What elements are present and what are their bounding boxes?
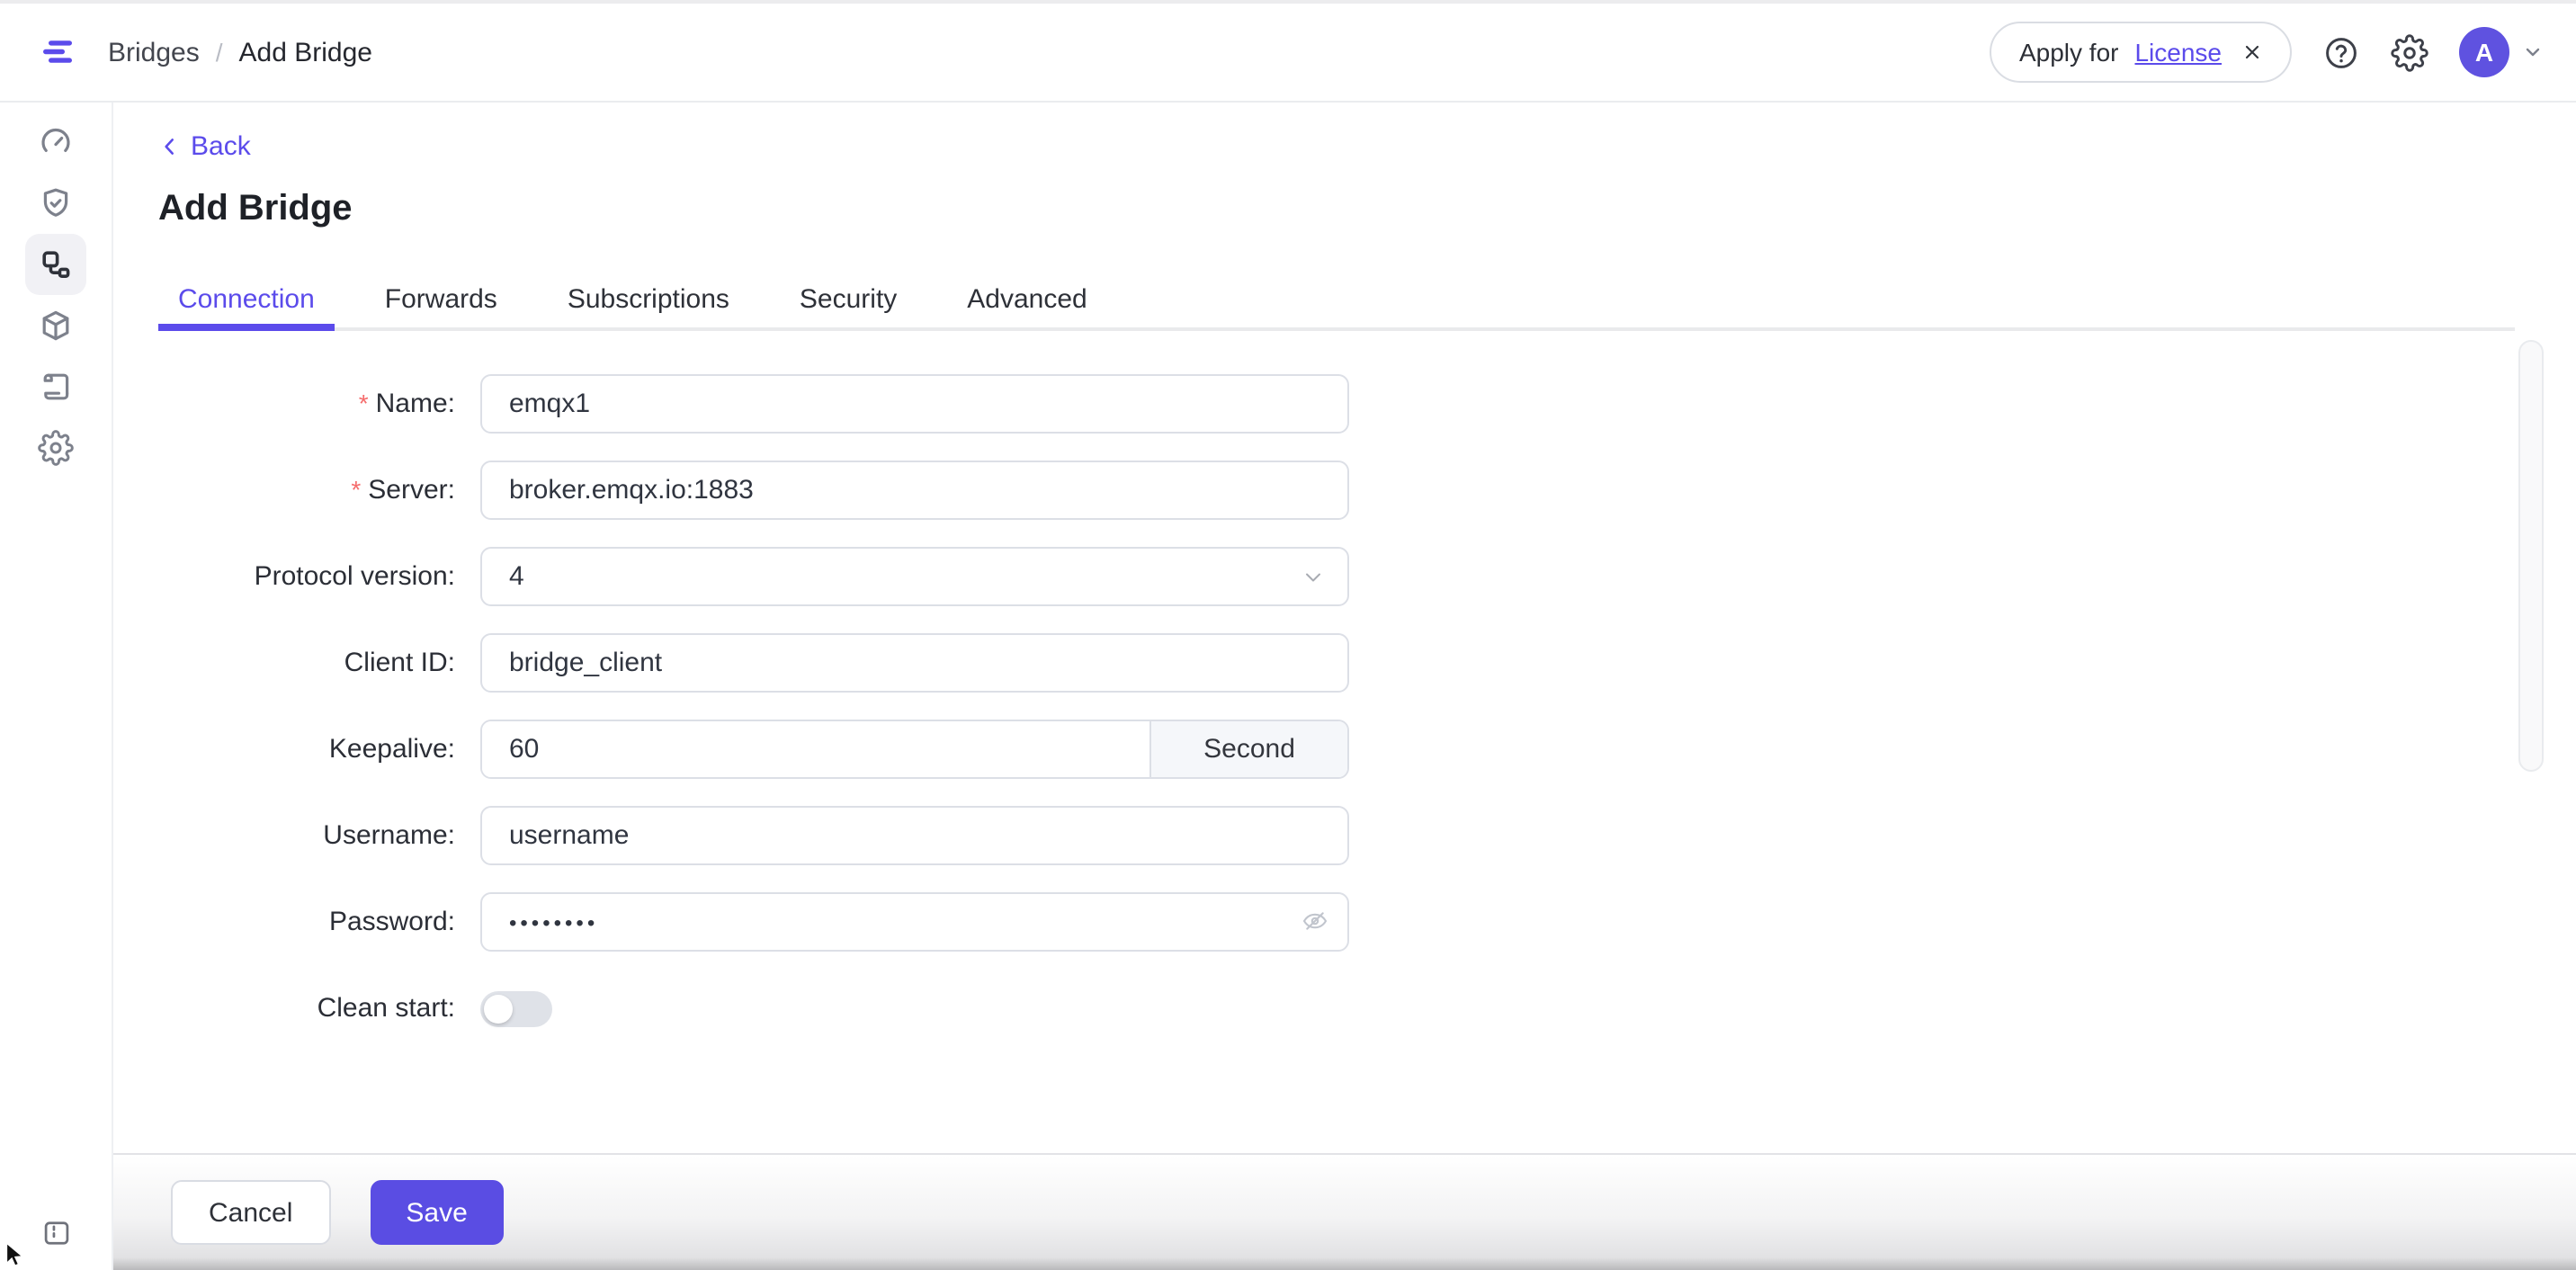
breadcrumb-separator: /: [216, 38, 223, 67]
name-input[interactable]: [480, 374, 1349, 434]
avatar[interactable]: A: [2459, 27, 2509, 77]
password-label: Password:: [158, 907, 455, 937]
toggle-knob: [484, 994, 513, 1023]
tab-security[interactable]: Security: [780, 270, 917, 327]
form-row-clean-start: Clean start:: [158, 979, 2576, 1038]
logs-scroll-icon: [38, 369, 74, 405]
license-close-icon[interactable]: [2241, 41, 2263, 63]
username-input[interactable]: [480, 806, 1349, 865]
form-row-username: Username:: [158, 806, 2576, 865]
tab-subscriptions[interactable]: Subscriptions: [548, 270, 749, 327]
form-row-client-id: Client ID:: [158, 633, 2576, 693]
save-button[interactable]: Save: [370, 1180, 503, 1245]
license-banner-text: Apply for: [2019, 38, 2119, 67]
mouse-cursor: [2, 1241, 31, 1270]
breadcrumb-bridges[interactable]: Bridges: [108, 37, 200, 67]
cancel-button[interactable]: Cancel: [171, 1180, 330, 1245]
menu-toggle-icon[interactable]: [38, 32, 77, 72]
app-root: Bridges / Add Bridge Apply for License: [0, 0, 2576, 1270]
form-row-password: Password:: [158, 892, 2576, 952]
dashboard-gauge-icon: [38, 124, 74, 160]
sidebar-item-modules[interactable]: [25, 295, 86, 356]
sidebar-item-settings[interactable]: [25, 417, 86, 478]
keepalive-label: Keepalive:: [158, 734, 455, 765]
help-icon[interactable]: [2322, 33, 2360, 71]
chevron-left-icon: [158, 135, 182, 158]
sidebar-item-logs[interactable]: [25, 356, 86, 417]
eye-off-icon[interactable]: [1301, 907, 1329, 935]
keepalive-input[interactable]: [482, 721, 1149, 777]
protocol-version-value: 4: [509, 561, 1301, 592]
sidebar-nav: [0, 103, 113, 1270]
clean-start-toggle[interactable]: [480, 990, 552, 1026]
settings-gear-icon: [38, 430, 74, 466]
keepalive-unit-addon: Second: [1149, 721, 1347, 777]
form-row-protocol-version: Protocol version: 4: [158, 547, 2576, 606]
connection-form: Name: Server: Protocol version: 4: [158, 374, 2576, 1038]
client-id-label: Client ID:: [158, 648, 455, 678]
chevron-down-icon: [1301, 564, 1326, 589]
password-input[interactable]: [480, 892, 1349, 952]
chevron-down-icon: [2522, 41, 2544, 63]
username-label: Username:: [158, 820, 455, 851]
client-id-input[interactable]: [480, 633, 1349, 693]
top-header: Bridges / Add Bridge Apply for License: [0, 0, 2576, 103]
breadcrumb-current: Add Bridge: [239, 37, 372, 67]
page-title: Add Bridge: [158, 189, 2576, 230]
protocol-version-select[interactable]: 4: [480, 547, 1349, 606]
name-label: Name:: [158, 389, 455, 419]
server-label: Server:: [158, 475, 455, 505]
scrollbar-thumb[interactable]: [2518, 340, 2544, 772]
user-menu[interactable]: A: [2459, 27, 2544, 77]
form-row-keepalive: Keepalive: Second: [158, 720, 2576, 779]
breadcrumb: Bridges / Add Bridge: [108, 37, 372, 67]
tab-bar: Connection Forwards Subscriptions Securi…: [158, 270, 2515, 331]
back-button[interactable]: Back: [158, 131, 251, 162]
main-panel: Back Add Bridge Connection Forwards Subs…: [113, 103, 2576, 1270]
sidebar-item-access-control[interactable]: [25, 173, 86, 234]
tab-forwards[interactable]: Forwards: [365, 270, 517, 327]
header-actions: Apply for License A: [1990, 22, 2544, 83]
shield-check-icon: [38, 185, 74, 221]
form-row-server: Server:: [158, 461, 2576, 520]
sidebar-item-bridges[interactable]: [25, 234, 86, 295]
form-footer: Cancel Save: [113, 1153, 2576, 1270]
settings-gear-icon[interactable]: [2391, 33, 2428, 71]
license-banner: Apply for License: [1990, 22, 2292, 83]
protocol-version-label: Protocol version:: [158, 561, 455, 592]
license-link[interactable]: License: [2134, 38, 2222, 67]
server-input[interactable]: [480, 461, 1349, 520]
sidebar-item-dashboard[interactable]: [25, 112, 86, 173]
tab-advanced[interactable]: Advanced: [947, 270, 1106, 327]
tab-connection[interactable]: Connection: [158, 270, 335, 327]
bridges-topology-icon: [38, 246, 74, 282]
form-row-name: Name:: [158, 374, 2576, 434]
clean-start-label: Clean start:: [158, 993, 455, 1024]
modules-cube-icon: [38, 308, 74, 344]
